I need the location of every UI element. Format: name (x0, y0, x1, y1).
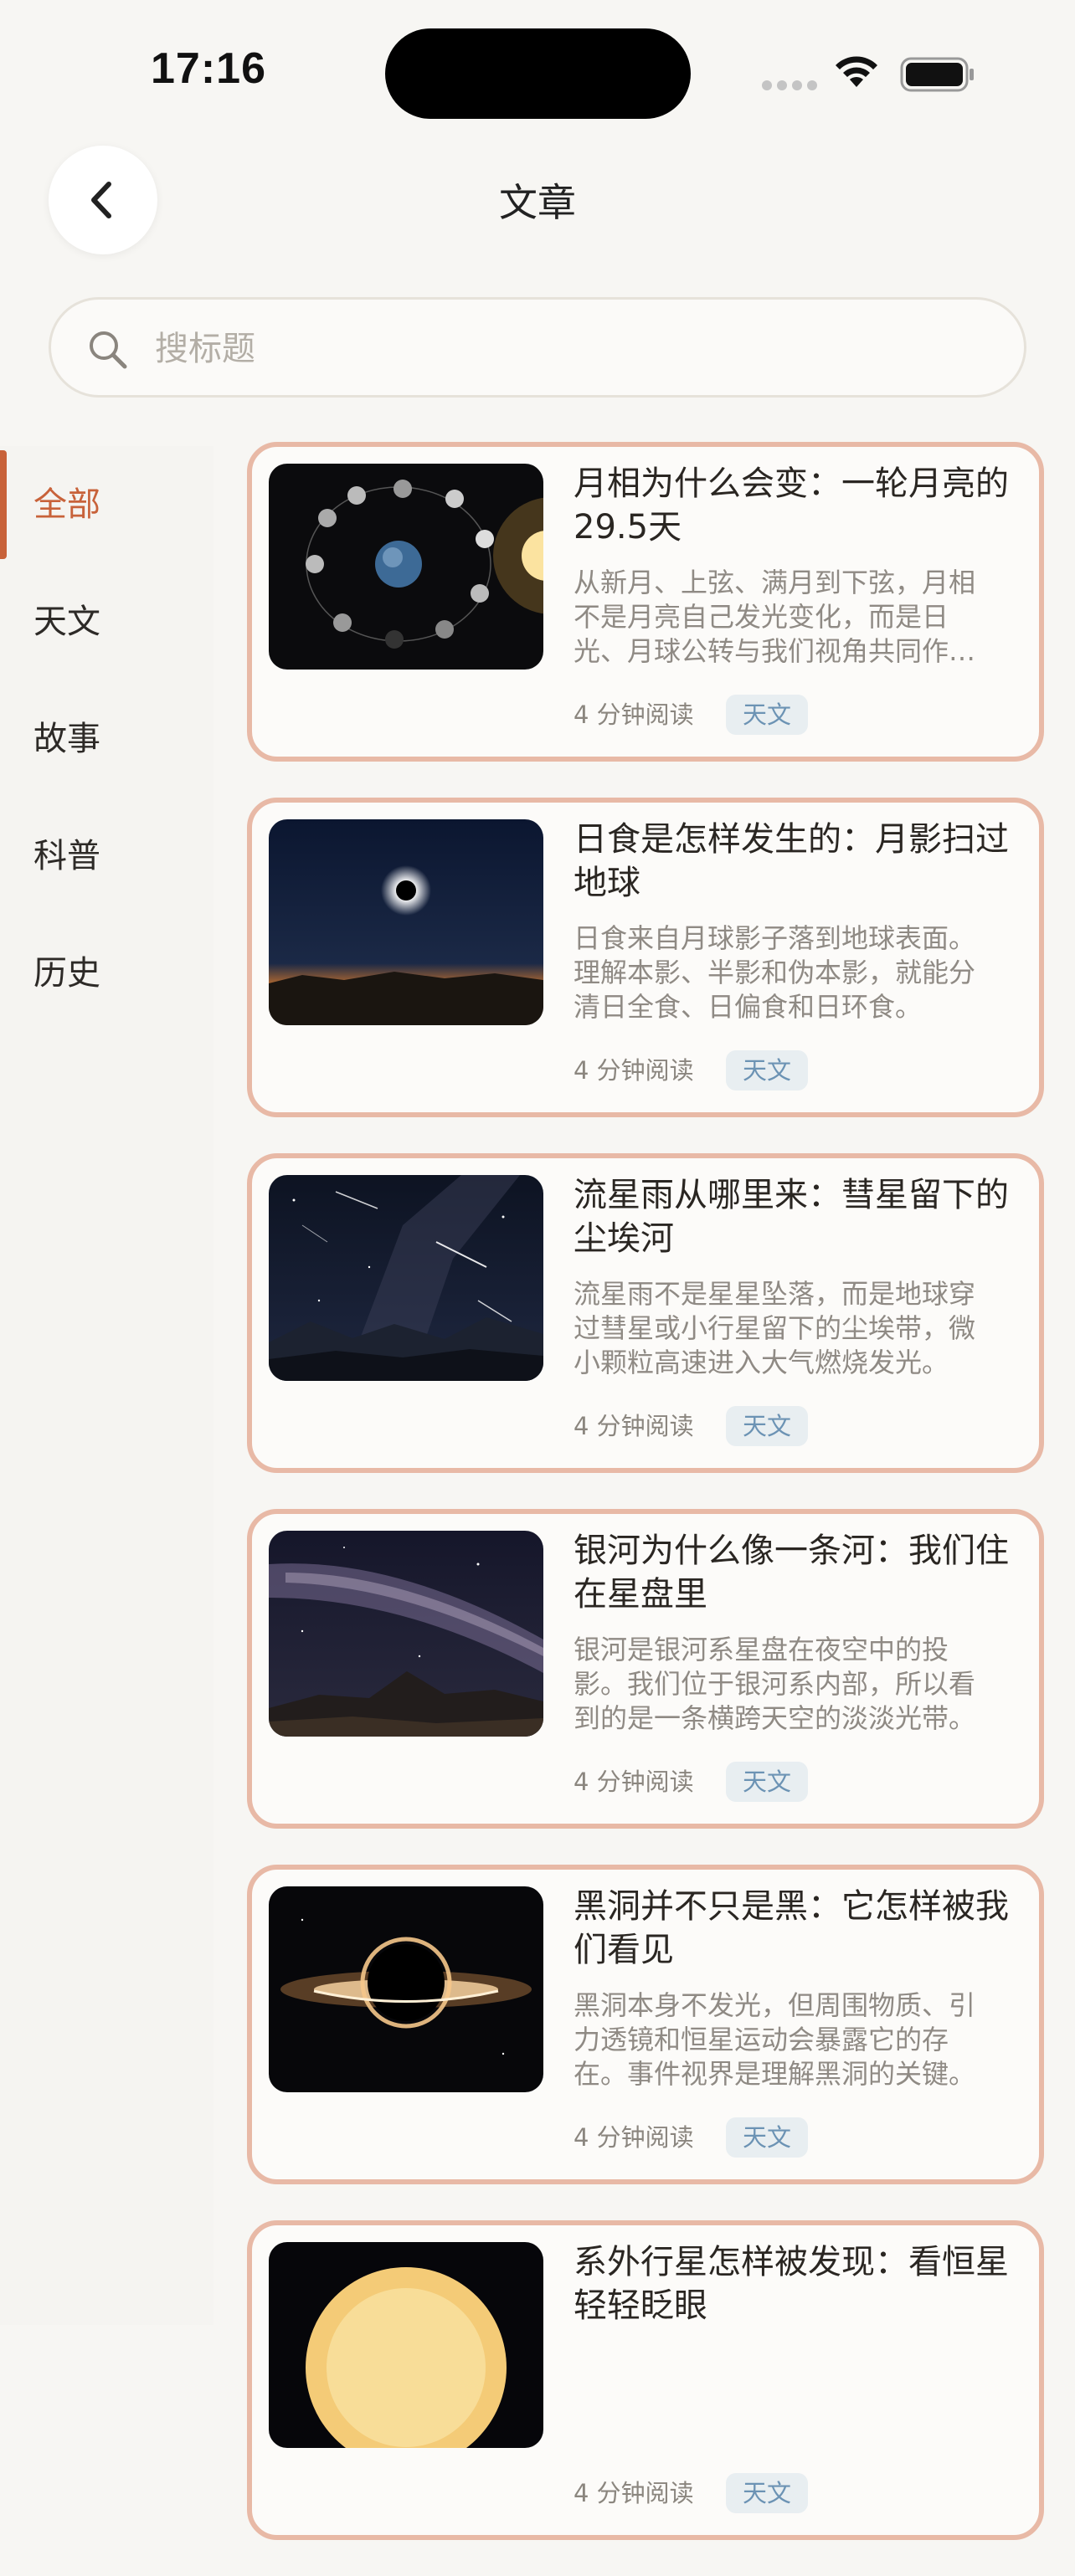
article-card[interactable]: 银河为什么像一条河：我们住在星盘里 银河是银河系星盘在夜空中的投影。我们位于银河… (247, 1509, 1044, 1829)
wifi-icon (836, 56, 877, 87)
category-tag: 天文 (726, 1406, 809, 1446)
sidebar-item-history[interactable]: 历史 (0, 915, 213, 1032)
read-time: 4 分钟阅读 (574, 1412, 694, 1440)
article-card[interactable]: 黑洞并不只是黑：它怎样被我们看见 黑洞本身不发光，但周围物质、引力透镜和恒星运动… (247, 1865, 1044, 2184)
article-title: 系外行星怎样被发现：看恒星轻轻眨眼 (574, 2243, 1009, 2325)
exoplanet-star-image (269, 2242, 543, 2448)
article-card[interactable]: 日食是怎样发生的：月影扫过地球 日食来自月球影子落到地球表面。理解本影、半影和伪… (247, 798, 1044, 1117)
read-time: 4 分钟阅读 (574, 700, 694, 729)
category-tag: 天文 (726, 1050, 809, 1090)
read-time: 4 分钟阅读 (574, 1056, 694, 1085)
article-summary: 日食来自月球影子落到地球表面。理解本影、半影和伪本影，就能分清日全食、日偏食和日… (574, 922, 976, 1023)
sidebar-item-science[interactable]: 科普 (0, 798, 213, 915)
article-title: 月相为什么会变：一轮月亮的29.5天 (574, 464, 1009, 547)
article-card[interactable]: 系外行星怎样被发现：看恒星轻轻眨眼 4 分钟阅读 天文 (247, 2220, 1044, 2540)
article-summary: 银河是银河系星盘在夜空中的投影。我们位于银河系内部，所以看到的是一条横跨天空的淡… (574, 1634, 976, 1734)
battery-icon (900, 57, 974, 92)
article-summary: 从新月、上弦、满月到下弦，月相不是月亮自己发光变化，而是日光、月球公转与我们视角… (574, 567, 976, 667)
article-list: 月相为什么会变：一轮月亮的29.5天 从新月、上弦、满月到下弦，月相不是月亮自己… (247, 442, 1044, 2576)
category-tag: 天文 (726, 695, 809, 735)
search-bar[interactable] (49, 297, 1026, 398)
article-summary: 黑洞本身不发光，但周围物质、引力透镜和恒星运动会暴露它的存在。事件视界是理解黑洞… (574, 1989, 976, 2090)
article-title: 日食是怎样发生的：月影扫过地球 (574, 820, 1009, 902)
moon-phases-image (269, 464, 543, 670)
sidebar-item-stories[interactable]: 故事 (0, 680, 213, 798)
category-tag: 天文 (726, 2473, 809, 2513)
sidebar-item-all[interactable]: 全部 (0, 446, 213, 563)
category-tag: 天文 (726, 2117, 809, 2158)
solar-eclipse-image (269, 819, 543, 1025)
category-tag: 天文 (726, 1762, 809, 1802)
sidebar-item-astronomy[interactable]: 天文 (0, 563, 213, 680)
page-title: 文章 (499, 180, 576, 225)
milky-way-image (269, 1531, 543, 1737)
article-title: 银河为什么像一条河：我们住在星盘里 (574, 1532, 1009, 1614)
read-time: 4 分钟阅读 (574, 2479, 694, 2507)
search-icon (90, 331, 127, 369)
black-hole-image (269, 1886, 543, 2092)
article-title: 黑洞并不只是黑：它怎样被我们看见 (574, 1887, 1009, 1969)
category-sidebar: 全部 天文 故事 科普 历史 (0, 446, 213, 2325)
status-time: 17:16 (151, 44, 266, 93)
read-time: 4 分钟阅读 (574, 2123, 694, 2152)
cellular-signal-icon (762, 80, 817, 92)
article-summary (574, 2344, 1000, 2446)
article-card[interactable]: 流星雨从哪里来：彗星留下的尘埃河 流星雨不是星星坠落，而是地球穿过彗星或小行星留… (247, 1153, 1044, 1473)
meteor-shower-image (269, 1175, 543, 1381)
read-time: 4 分钟阅读 (574, 1768, 694, 1796)
article-title: 流星雨从哪里来：彗星留下的尘埃河 (574, 1176, 1009, 1258)
article-summary: 流星雨不是星星坠落，而是地球穿过彗星或小行星留下的尘埃带，微小颗粒高速进入大气燃… (574, 1278, 976, 1378)
search-input[interactable] (153, 321, 977, 377)
dynamic-island (385, 28, 691, 119)
article-card[interactable]: 月相为什么会变：一轮月亮的29.5天 从新月、上弦、满月到下弦，月相不是月亮自己… (247, 442, 1044, 762)
